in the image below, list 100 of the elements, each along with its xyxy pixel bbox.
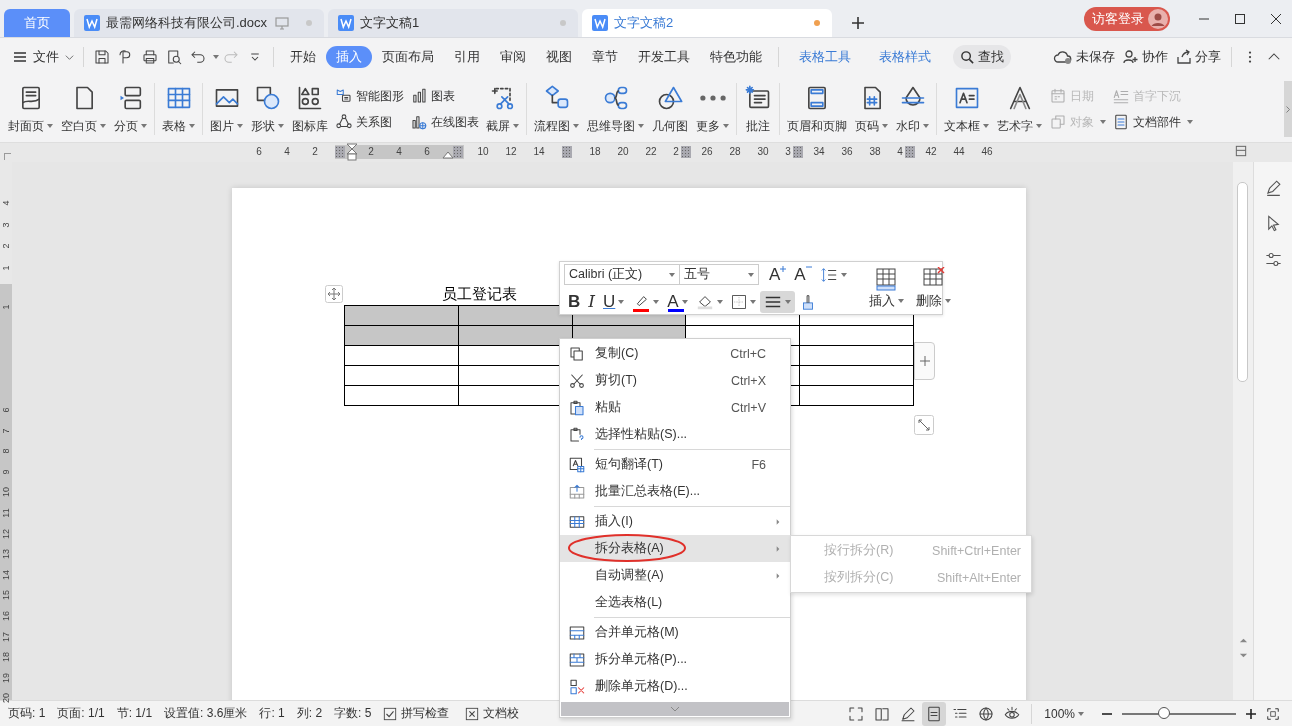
ribbon-button[interactable]: 关系图 — [335, 113, 404, 131]
undo-icon[interactable] — [189, 48, 207, 66]
ribbon-button[interactable]: 页码 — [851, 83, 892, 135]
ribbon-button[interactable]: 水印 — [892, 83, 933, 135]
menu-item[interactable]: 合并单元格(M) — [560, 616, 790, 646]
zoom-slider-thumb[interactable] — [1158, 706, 1171, 719]
close-icon[interactable] — [1270, 12, 1282, 25]
page-view-icon[interactable] — [922, 701, 947, 726]
save-status-button[interactable]: 未保存 — [1053, 48, 1115, 66]
zoom-dropdown[interactable]: 100% — [1044, 706, 1084, 721]
chevron-icon — [1285, 104, 1291, 114]
column-marker-icon[interactable] — [453, 146, 463, 158]
ribbon-button[interactable]: 文本框 — [940, 83, 993, 135]
status-button[interactable]: 文档校 — [465, 705, 520, 722]
ribbon-button[interactable]: 文档部件 — [1112, 113, 1193, 131]
move-handle-icon[interactable] — [325, 285, 343, 303]
document-tab[interactable]: 文字文稿1 — [328, 9, 578, 37]
ribbon-button[interactable]: 图标库 — [288, 83, 332, 135]
font-name-field[interactable]: Calibri (正文) — [564, 264, 680, 285]
menu-item[interactable]: 自动调整(A) — [560, 562, 790, 589]
document-tab[interactable]: 最需网络科技有限公司.docx — [74, 9, 324, 37]
caret-icon[interactable] — [213, 55, 219, 59]
collaborate-button[interactable]: 协作 — [1123, 48, 1168, 66]
menu-item[interactable]: 批量汇总表格(E)... — [560, 478, 790, 505]
column-marker-icon[interactable] — [681, 146, 691, 158]
panel-toggle-icon[interactable] — [1233, 143, 1249, 159]
menu-tab[interactable]: 开始 — [280, 46, 326, 68]
resize-handle-icon[interactable] — [914, 415, 934, 435]
grow-font-button[interactable]: A — [765, 263, 791, 286]
ribbon-button[interactable]: 封面页 — [4, 83, 57, 135]
bold-button[interactable]: B — [564, 290, 585, 313]
column-marker-icon[interactable] — [793, 146, 803, 158]
underline-button[interactable]: U — [599, 290, 629, 313]
ruler-number: 36 — [841, 146, 853, 158]
font-size-field[interactable]: 五号 — [680, 264, 759, 285]
menu-item[interactable]: 剪切(T) Ctrl+X — [560, 367, 790, 394]
menu-item[interactable]: 拆分表格(A) — [560, 535, 790, 562]
print-icon[interactable] — [141, 48, 159, 66]
insert-table-button[interactable]: 插入 — [862, 266, 910, 310]
ribbon-button[interactable]: 在线图表 — [410, 113, 479, 131]
menu-tab[interactable]: 表格样式 — [869, 46, 941, 68]
menu-item[interactable]: 删除单元格(D)... — [560, 673, 790, 700]
ribbon-button[interactable]: 思维导图 — [583, 83, 648, 135]
menu-tab[interactable]: 页面布局 — [372, 46, 444, 68]
settings-sliders-icon[interactable] — [1263, 250, 1283, 269]
ribbon-button[interactable]: 智能图形 — [335, 87, 404, 105]
ribbon-button[interactable]: 几何图 — [648, 83, 692, 135]
zoom-in-icon[interactable] — [1245, 707, 1257, 720]
file-menu[interactable]: 文件 — [12, 48, 75, 66]
ribbon-button[interactable]: 艺术字 — [993, 83, 1046, 135]
scrollbar-thumb[interactable] — [1237, 182, 1248, 382]
shrink-font-button[interactable]: A — [790, 263, 816, 286]
menu-item[interactable]: 复制(C) Ctrl+C — [560, 340, 790, 367]
ribbon-button[interactable]: 图片 — [206, 83, 247, 135]
column-marker-icon[interactable] — [905, 146, 915, 158]
tab-title: 最需网络科技有限公司.docx — [106, 14, 268, 32]
ruler-number: 8 — [1, 447, 11, 456]
ribbon-button[interactable]: 分页 — [110, 83, 151, 135]
menu-tab[interactable]: 审阅 — [490, 46, 536, 68]
menu-item[interactable]: 粘贴 Ctrl+V — [560, 394, 790, 421]
ruler-number: 17 — [1, 630, 11, 643]
ribbon-button[interactable]: 截屏 — [482, 83, 523, 135]
login-button[interactable]: 访客登录 — [1084, 6, 1170, 31]
font-color-button[interactable]: A — [663, 290, 692, 313]
share-button[interactable]: 分享 — [1176, 48, 1221, 66]
menu-tab[interactable]: 开发工具 — [628, 46, 700, 68]
menu-item[interactable]: 短句翻译(T) F6 — [560, 448, 790, 478]
menu-tab[interactable]: 章节 — [582, 46, 628, 68]
indent-marker-icon[interactable] — [346, 143, 358, 161]
document-tab[interactable]: 文字文稿2 — [582, 9, 832, 37]
italic-button[interactable]: I — [584, 290, 599, 313]
ribbon-button[interactable]: 流程图 — [530, 83, 583, 135]
ribbon-button[interactable]: 形状 — [247, 83, 288, 135]
search-button[interactable]: 查找 — [953, 45, 1011, 69]
delete-table-button[interactable]: 删除 — [909, 266, 957, 310]
ribbon-button[interactable]: 更多 — [692, 83, 733, 135]
print-preview-icon[interactable] — [165, 48, 183, 66]
align-button[interactable] — [759, 290, 795, 313]
scroll-up-icon[interactable] — [1238, 636, 1248, 645]
column-marker-icon[interactable] — [562, 146, 572, 158]
indent-marker-icon[interactable] — [442, 151, 454, 159]
menu-tab[interactable]: 视图 — [536, 46, 582, 68]
ribbon-button[interactable]: 图表 — [410, 87, 479, 105]
menu-item[interactable]: 全选表格(L) — [560, 589, 790, 616]
column-marker-icon[interactable] — [335, 146, 345, 158]
ribbon-button[interactable]: 页眉和页脚 — [783, 83, 851, 135]
menu-item[interactable]: 拆分单元格(P)... — [560, 646, 790, 673]
menu-tab[interactable]: 引用 — [444, 46, 490, 68]
menu-item[interactable]: 选择性粘贴(S)... — [560, 421, 790, 448]
save-icon[interactable] — [93, 48, 111, 66]
scroll-down-icon[interactable] — [1238, 651, 1248, 660]
menu-tab[interactable]: 特色功能 — [700, 46, 772, 68]
status-button[interactable]: 拼写检查 — [383, 705, 450, 722]
menu-item[interactable]: 插入(I) — [560, 505, 790, 535]
ribbon-button[interactable]: 表格 — [158, 83, 199, 135]
ribbon-button[interactable]: 空白页 — [57, 83, 110, 135]
ribbon-button[interactable]: 批注 — [740, 83, 776, 135]
maximize-icon[interactable] — [1234, 12, 1246, 25]
fit-page-icon[interactable] — [1267, 707, 1279, 720]
menu-tab[interactable]: 表格工具 — [789, 46, 861, 68]
